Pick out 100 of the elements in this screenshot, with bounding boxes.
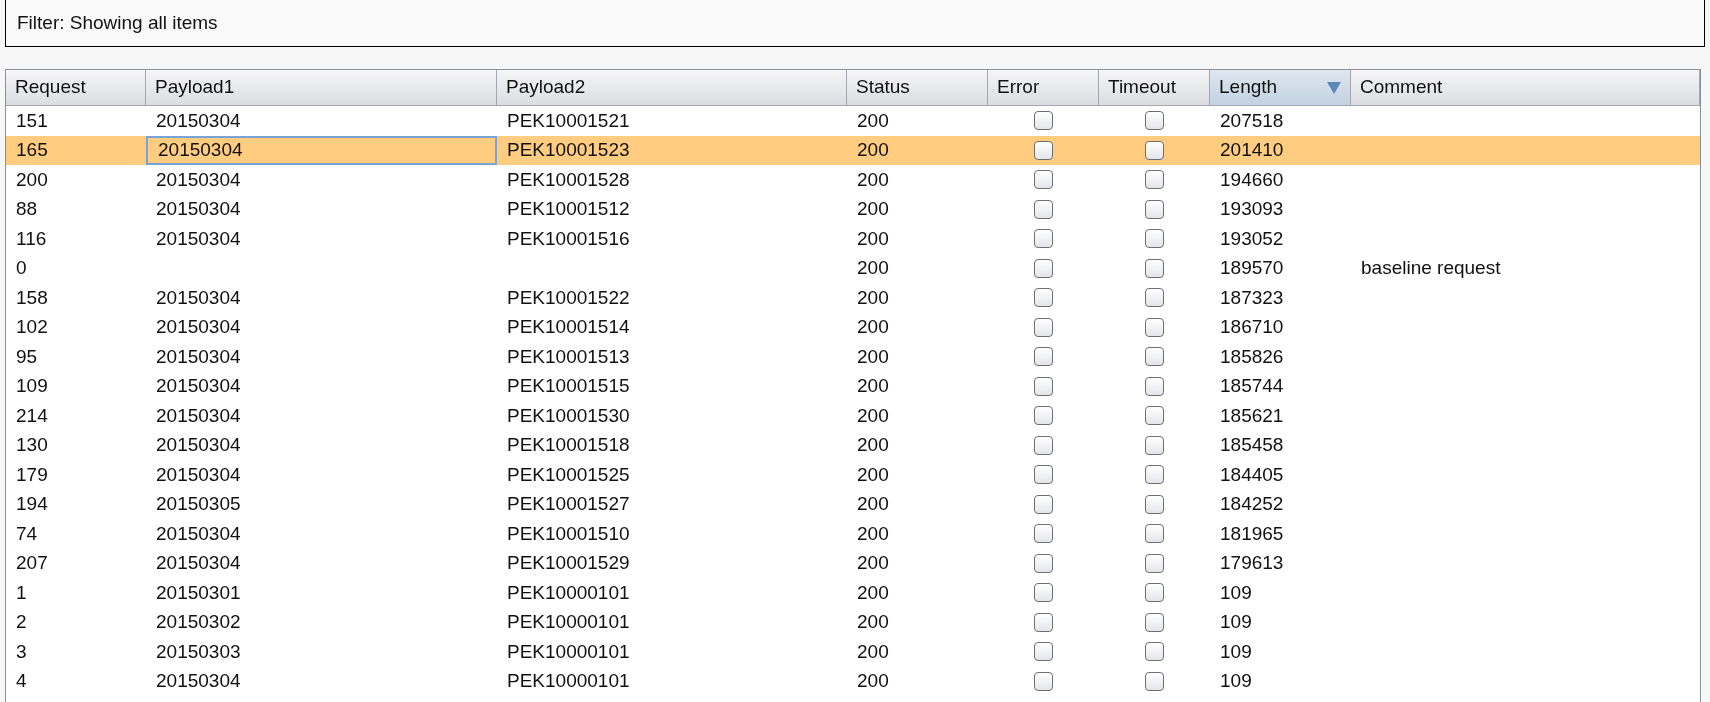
table-cell-text: 74 — [16, 521, 38, 546]
table-cell-text: 1 — [16, 580, 27, 605]
checkbox[interactable] — [1145, 140, 1164, 160]
column-header[interactable]: Payload1 — [146, 70, 497, 106]
table-cell-text: 179613 — [1220, 551, 1284, 575]
table-cell-text: 200 — [857, 226, 889, 251]
column-header[interactable]: Error — [988, 70, 1099, 106]
table-cell-text: 200 — [857, 610, 889, 634]
checkbox[interactable] — [1034, 229, 1053, 249]
checkbox[interactable] — [1034, 288, 1053, 308]
table-cell-text: 109 — [1220, 610, 1252, 634]
table-row[interactable]: 165 20150304 PEK10001523 200 201410 — [6, 135, 1700, 165]
table-cell-text: 200 — [857, 639, 889, 664]
table-cell-text: 181965 — [1220, 521, 1284, 546]
table-cell-text: 109 — [1220, 669, 1252, 693]
column-header[interactable]: Comment — [1351, 70, 1700, 106]
checkbox[interactable] — [1145, 170, 1164, 190]
sort-down-icon — [1327, 81, 1341, 94]
checkbox[interactable] — [1034, 642, 1053, 662]
checkbox[interactable] — [1145, 406, 1164, 426]
filter-bar[interactable]: Filter: Showing all items — [5, 0, 1705, 47]
table-cell-text: 193093 — [1220, 197, 1284, 221]
table-cell-text: 20150304 — [158, 138, 243, 162]
table-cell-text: 20150304 — [156, 108, 241, 133]
checkbox[interactable] — [1145, 465, 1164, 485]
checkbox[interactable] — [1034, 406, 1053, 426]
table-cell-text: 20150303 — [156, 639, 241, 664]
checkbox[interactable] — [1034, 111, 1053, 131]
checkbox[interactable] — [1034, 199, 1053, 219]
checkbox[interactable] — [1145, 583, 1164, 603]
table-cell-text: 20150304 — [156, 433, 241, 457]
checkbox[interactable] — [1145, 288, 1164, 308]
checkbox[interactable] — [1034, 612, 1053, 632]
table-cell-text: PEK10000101 — [507, 669, 630, 693]
table-cell-text: 20150304 — [156, 669, 241, 693]
checkbox[interactable] — [1145, 376, 1164, 396]
checkbox[interactable] — [1145, 347, 1164, 367]
checkbox[interactable] — [1034, 347, 1053, 367]
table-cell-text: 102 — [16, 315, 48, 339]
table-cell-text: 20150304 — [156, 403, 241, 428]
table-cell-text: 20150304 — [156, 167, 241, 192]
table-cell-text: 116 — [16, 226, 47, 251]
checkbox[interactable] — [1034, 583, 1053, 603]
checkbox[interactable] — [1145, 612, 1164, 632]
checkbox[interactable] — [1145, 524, 1164, 544]
table-cell-text: PEK10000101 — [507, 580, 630, 605]
table-cell-text: 3 — [16, 639, 27, 664]
table-cell-text: 200 — [857, 285, 889, 310]
table-cell-text: 200 — [857, 462, 889, 487]
table-cell-text: PEK10001518 — [507, 433, 630, 457]
checkbox[interactable] — [1034, 435, 1053, 455]
table-cell-text: 185621 — [1220, 403, 1284, 428]
table-cell-text: 20150301 — [156, 580, 241, 605]
table-cell-text: 200 — [857, 256, 889, 280]
checkbox[interactable] — [1145, 317, 1164, 337]
table-cell-text: baseline request — [1361, 256, 1501, 280]
table-cell-text: 207518 — [1220, 108, 1284, 133]
checkbox[interactable] — [1034, 258, 1053, 278]
table-cell-text: 2 — [16, 610, 27, 634]
table-cell-text: 214 — [16, 403, 48, 428]
table-cell-text: 20150304 — [156, 462, 241, 487]
table-cell-text: 109 — [16, 374, 48, 398]
checkbox[interactable] — [1034, 671, 1053, 691]
checkbox[interactable] — [1034, 553, 1053, 573]
checkbox[interactable] — [1145, 671, 1164, 691]
checkbox[interactable] — [1145, 494, 1164, 514]
checkbox[interactable] — [1145, 642, 1164, 662]
table-cell-text: 165 — [16, 138, 48, 162]
checkbox[interactable] — [1034, 317, 1053, 337]
checkbox[interactable] — [1034, 494, 1053, 514]
checkbox[interactable] — [1145, 258, 1164, 278]
checkbox[interactable] — [1034, 140, 1053, 160]
checkbox[interactable] — [1145, 229, 1164, 249]
table-cell-text: 189570 — [1220, 256, 1284, 280]
table-cell-text: 151 — [16, 108, 48, 133]
table-cell-text: PEK10001522 — [507, 285, 630, 310]
table-cell-text: PEK10001510 — [507, 521, 630, 546]
table-cell-text: PEK10001525 — [507, 462, 630, 487]
checkbox[interactable] — [1034, 465, 1053, 485]
table-cell-text: 20150304 — [156, 315, 241, 339]
checkbox[interactable] — [1034, 524, 1053, 544]
column-header[interactable]: Timeout — [1099, 70, 1210, 106]
column-header[interactable]: Request — [6, 70, 146, 106]
table-cell-text: 185458 — [1220, 433, 1284, 457]
checkbox[interactable] — [1034, 170, 1053, 190]
checkbox[interactable] — [1145, 199, 1164, 219]
column-header[interactable]: Payload2 — [497, 70, 847, 106]
table-cell-text: 0 — [16, 256, 27, 280]
checkbox[interactable] — [1145, 435, 1164, 455]
table-cell-text: 20150304 — [156, 285, 241, 310]
checkbox[interactable] — [1145, 111, 1164, 131]
column-header[interactable]: Status — [847, 70, 988, 106]
checkbox[interactable] — [1034, 376, 1053, 396]
table-cell-text: PEK10001514 — [507, 315, 630, 339]
table-cell-text: 20150304 — [156, 344, 241, 369]
table-cell-text: 194 — [16, 492, 48, 516]
checkbox[interactable] — [1145, 553, 1164, 573]
table-cell-text: 200 — [857, 374, 889, 398]
column-header[interactable]: Length — [1210, 70, 1351, 106]
table-cell-text: 130 — [16, 433, 48, 457]
